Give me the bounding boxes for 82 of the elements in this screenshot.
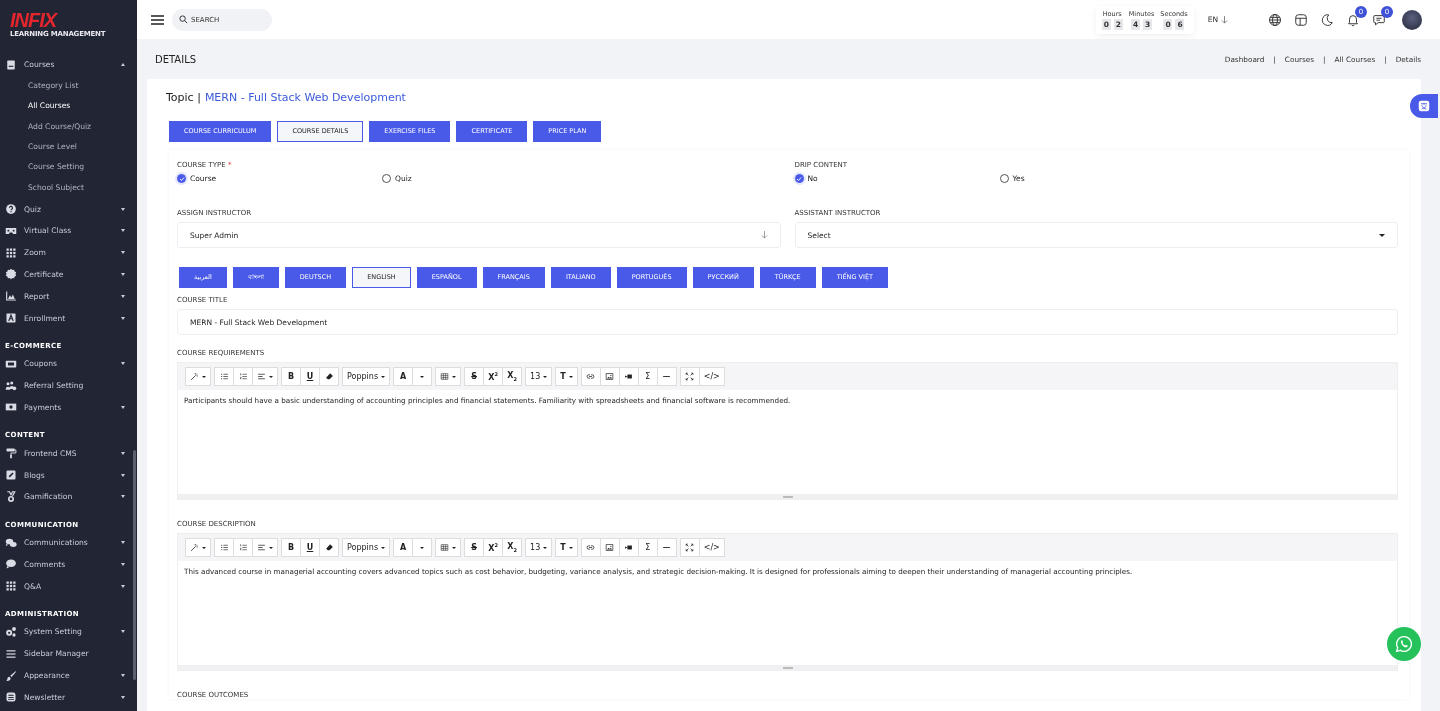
bell-icon[interactable] — [1346, 12, 1360, 27]
newsletter-icon — [5, 691, 17, 704]
arrow-down-icon — [760, 231, 768, 239]
toolbar-button[interactable]: Poppins — [342, 367, 391, 386]
numbered-list-icon — [238, 372, 248, 381]
toolbar-button[interactable]: U — [300, 367, 320, 386]
fullscreen-icon — [685, 372, 695, 381]
toolbar-button[interactable]: 13 — [525, 538, 553, 557]
toolbar-button[interactable]: T — [555, 367, 578, 386]
toolbar-button[interactable] — [319, 538, 339, 557]
layout-icon[interactable] — [1294, 12, 1308, 27]
toolbar-button[interactable]: 13 — [525, 367, 553, 386]
toolbar-button[interactable]: X$^{2}$ — [483, 538, 504, 557]
image-icon — [605, 543, 615, 552]
toolbar-button[interactable]: B — [281, 538, 301, 557]
topic-label: Topic | — [166, 91, 201, 104]
page-title: DETAILS — [155, 53, 198, 65]
letter-icon — [5, 312, 17, 324]
chat-icon[interactable] — [1372, 12, 1386, 27]
toolbar-button[interactable]: X$_{2}$ — [502, 367, 523, 386]
chart-icon — [5, 290, 17, 303]
magic-wand-icon — [190, 372, 199, 381]
moon-icon[interactable] — [1320, 12, 1334, 27]
toolbar-button[interactable]: </> — [698, 538, 725, 557]
lines-icon — [5, 647, 17, 660]
bullet-list-icon — [219, 372, 229, 381]
fullscreen-icon — [685, 543, 695, 552]
people-icon — [5, 379, 17, 392]
brush-icon — [5, 669, 17, 682]
gears-icon — [5, 626, 17, 638]
globe-icon[interactable] — [1268, 12, 1282, 27]
logo-title: INFIX — [10, 10, 57, 30]
radio-button[interactable] — [794, 174, 804, 183]
topic-name: MERN - Full Stack Web Development — [204, 91, 406, 104]
toolbar-button[interactable]: B — [281, 367, 301, 386]
eraser-icon — [324, 543, 334, 552]
toolbar-button[interactable]: A — [393, 538, 414, 557]
link-icon — [586, 372, 596, 381]
toolbar-button[interactable]: A — [393, 367, 414, 386]
toolbar-button[interactable]: T — [555, 538, 578, 557]
dropdown-toggle[interactable] — [412, 367, 433, 386]
image-icon — [605, 372, 615, 381]
speech-bubble-icon — [5, 558, 17, 571]
eraser-icon — [324, 372, 334, 381]
seal-icon — [5, 268, 17, 281]
phone-bubble-icon — [1395, 635, 1413, 653]
caret-icon — [1379, 233, 1385, 237]
language-icon — [1418, 100, 1430, 112]
toolbar-button[interactable]: S — [464, 367, 485, 386]
grid-icon — [5, 246, 17, 259]
resize-handle[interactable] — [178, 494, 1397, 499]
grid-icon — [5, 580, 17, 593]
video-icon — [624, 543, 634, 552]
medal-icon — [5, 490, 17, 503]
book-icon — [5, 58, 17, 71]
link-icon — [586, 543, 596, 552]
video-icon — [624, 372, 634, 381]
table-icon — [440, 372, 450, 381]
bullet-list-icon — [219, 543, 229, 552]
search-icon — [179, 15, 188, 24]
pencil-icon — [5, 469, 17, 481]
toolbar-button[interactable] — [319, 367, 339, 386]
radio-button[interactable] — [177, 174, 186, 183]
chat-bubbles-icon — [5, 536, 17, 549]
menu-icon[interactable] — [151, 14, 164, 25]
toolbar-button[interactable]: </> — [698, 367, 725, 386]
toolbar-button[interactable]: Poppins — [342, 538, 391, 557]
numbered-list-icon — [238, 543, 248, 552]
dropdown-toggle[interactable] — [412, 538, 433, 557]
resize-handle[interactable] — [178, 665, 1397, 670]
toolbar-button[interactable]: X$^{2}$ — [483, 367, 504, 386]
toolbar-button[interactable]: X$_{2}$ — [502, 538, 523, 557]
table-icon — [440, 543, 450, 552]
question-icon — [5, 203, 17, 216]
translate-button[interactable] — [1410, 94, 1438, 118]
paint-roller-icon — [5, 447, 17, 460]
avatar[interactable] — [1402, 9, 1422, 30]
align-icon — [257, 543, 266, 552]
toolbar-button[interactable]: S — [464, 538, 485, 557]
toolbar-button[interactable]: U — [300, 538, 320, 557]
align-icon — [257, 372, 266, 381]
magic-wand-icon — [190, 543, 199, 552]
